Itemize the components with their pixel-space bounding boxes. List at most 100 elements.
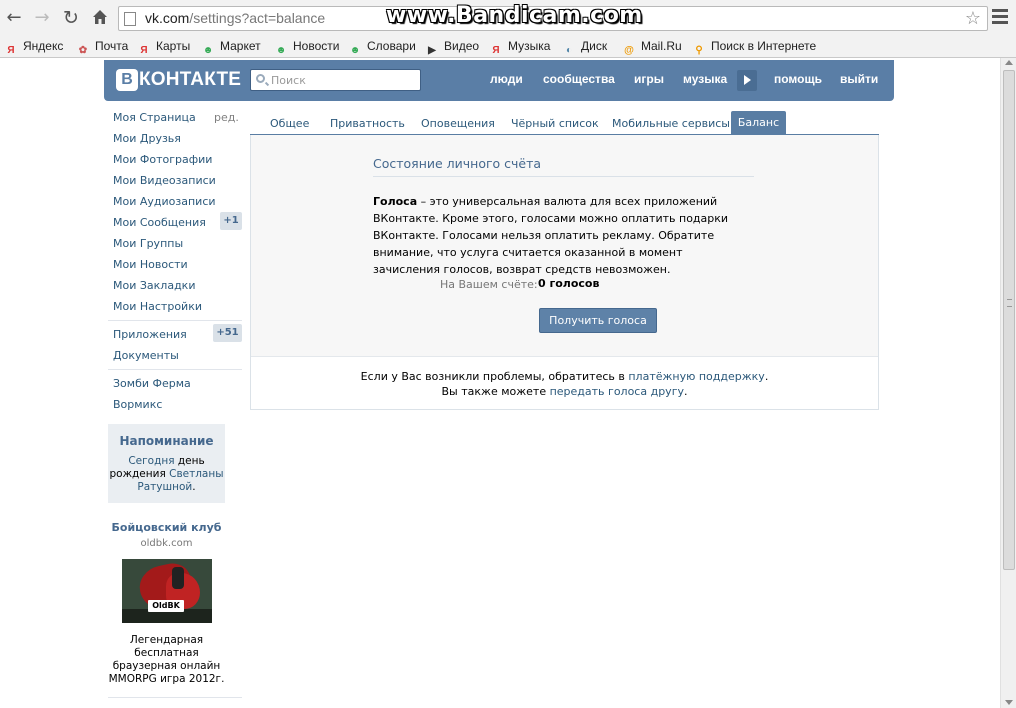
tab-privacy[interactable]: Приватность — [330, 117, 405, 130]
vk-logo[interactable]: В КОНТАКТЕ — [116, 69, 241, 91]
balance-label: На Вашем счёте: — [440, 278, 538, 291]
sidebar-item-news[interactable]: Мои Новости — [113, 258, 188, 271]
ad-title[interactable]: Бойцовский клуб — [108, 521, 225, 534]
bookmark-item[interactable]: ◐ Диск — [562, 39, 607, 58]
support-note: Если у Вас возникли проблемы, обратитесь… — [360, 370, 769, 383]
bookmark-item[interactable]: ☻ Маркет — [201, 39, 261, 58]
sidebar-item-groups[interactable]: Мои Группы — [113, 237, 183, 250]
bookmark-item[interactable]: Я Яндекс — [4, 39, 63, 58]
sidebar-app-wormix[interactable]: Вормикс — [113, 398, 162, 411]
ad-text[interactable]: Легендарная бесплатная браузерная онлайн… — [108, 634, 225, 686]
sidebar-item-audio[interactable]: Мои Аудиозаписи — [113, 195, 216, 208]
apps-counter-badge[interactable]: +51 — [213, 324, 242, 342]
scroll-thumb[interactable] — [1003, 70, 1015, 570]
payment-support-link[interactable]: платёжную поддержку — [628, 370, 764, 383]
bookmark-item[interactable]: ☻ Новости — [274, 39, 340, 58]
birthday-reminder: Напоминание Сегодня день рождения Светла… — [108, 424, 225, 503]
nav-people[interactable]: люди — [490, 72, 523, 86]
music-play-icon[interactable] — [737, 70, 757, 91]
url-text: vk.com/settings?act=balance — [145, 10, 326, 26]
scroll-up-arrow-icon[interactable] — [1005, 60, 1013, 65]
bookmark-item[interactable]: @ Mail.Ru — [622, 39, 682, 58]
back-arrow-icon[interactable]: ← — [4, 8, 24, 28]
market-icon: ☻ — [202, 45, 214, 56]
vk-header: ВКОНТАКТЕ люди сообщества игры музыка по… — [104, 60, 894, 101]
bookmark-label: Карты — [156, 39, 191, 53]
browser-toolbar: ← → ↻ vk.com/settings?act=balance ☆ www.… — [0, 0, 1016, 36]
get-votes-button[interactable]: Получить голоса — [539, 308, 657, 333]
search-icon — [256, 74, 265, 83]
bookmark-label: Словари — [367, 39, 416, 53]
search-box[interactable] — [250, 69, 421, 91]
bookmark-label: Музыка — [508, 39, 551, 53]
tab-notifications[interactable]: Оповещения — [421, 117, 495, 130]
scroll-down-arrow-icon[interactable] — [1005, 700, 1013, 705]
nav-help[interactable]: помощь — [774, 72, 822, 86]
forward-arrow-icon[interactable]: → — [32, 8, 52, 28]
section-title: Состояние личного счёта — [373, 156, 542, 171]
recording-watermark: www.Bandicam.com — [386, 3, 643, 28]
dictionary-icon: ☻ — [349, 45, 361, 56]
search-magnifier-icon: ⚲ — [695, 45, 703, 56]
edit-link[interactable]: ред. — [214, 111, 239, 124]
nav-logout[interactable]: выйти — [840, 72, 878, 86]
nav-music[interactable]: музыка — [683, 72, 727, 86]
bookmark-item[interactable]: ☻ Словари — [348, 39, 416, 58]
bookmark-item[interactable]: ✿ Почта — [76, 39, 129, 58]
news-icon: ☻ — [275, 45, 287, 56]
transfer-note: Вы также можете передать голоса другу. — [441, 385, 688, 398]
bookmark-label: Яндекс — [23, 39, 64, 53]
reload-icon[interactable]: ↻ — [61, 8, 81, 28]
video-icon: ▶ — [428, 45, 436, 56]
messages-counter-badge[interactable]: +1 — [220, 212, 242, 230]
votes-description: Голоса – это универсальная валюта для вс… — [373, 195, 729, 276]
page-scrollbar[interactable] — [1000, 58, 1016, 708]
section-divider — [373, 176, 754, 177]
bookmark-label: Видео — [444, 39, 480, 53]
ad-logo: OldBK — [148, 600, 184, 612]
mail-icon: ✿ — [78, 45, 88, 56]
sidebar-item-my-page[interactable]: Моя Страница — [113, 111, 196, 124]
bookmark-item[interactable]: Я Музыка — [489, 39, 550, 58]
disk-icon: ◐ — [565, 45, 573, 56]
yandex-icon: Я — [7, 45, 15, 56]
sidebar-divider — [108, 697, 242, 698]
bookmark-item[interactable]: Я Карты — [137, 39, 190, 58]
bookmark-star-icon[interactable]: ☆ — [965, 8, 981, 29]
sidebar-item-settings[interactable]: Мои Настройки — [113, 300, 202, 313]
page-icon — [124, 12, 136, 26]
tab-blacklist[interactable]: Чёрный список — [511, 117, 599, 130]
mailru-icon: @ — [624, 45, 634, 56]
reminder-title: Напоминание — [119, 434, 214, 448]
transfer-votes-link[interactable]: передать голоса другу — [550, 385, 684, 398]
bookmark-label: Маркет — [220, 39, 261, 53]
bookmark-label: Поиск в Интернете — [711, 39, 817, 53]
yandex-icon: Я — [492, 45, 500, 56]
bookmark-item[interactable]: ▶ Видео — [425, 39, 479, 58]
bookmark-label: Почта — [95, 39, 129, 53]
bookmark-item[interactable]: ⚲ Поиск в Интернете — [692, 39, 816, 58]
sidebar-divider — [108, 320, 242, 321]
sidebar-item-friends[interactable]: Мои Друзья — [113, 132, 181, 145]
nav-games[interactable]: игры — [634, 72, 664, 86]
bookmark-label: Диск — [581, 39, 608, 53]
sidebar-item-documents[interactable]: Документы — [113, 349, 179, 362]
ad-domain: oldbk.com — [140, 538, 193, 549]
browser-menu-icon[interactable] — [992, 9, 1008, 25]
bookmark-label: Новости — [293, 39, 340, 53]
sidebar-item-videos[interactable]: Мои Видеозаписи — [113, 174, 216, 187]
tab-general[interactable]: Общее — [270, 117, 309, 130]
reminder-today-link[interactable]: Сегодня — [128, 455, 174, 467]
ad-image[interactable]: OldBK — [122, 559, 212, 623]
balance-value: 0 голосов — [538, 277, 600, 290]
tab-balance[interactable]: Баланс — [731, 111, 786, 135]
sidebar-item-bookmarks[interactable]: Мои Закладки — [113, 279, 195, 292]
sidebar-app-zombie-farm[interactable]: Зомби Ферма — [113, 377, 191, 390]
home-icon[interactable] — [90, 8, 110, 28]
sidebar-item-apps[interactable]: Приложения — [113, 328, 187, 341]
tab-mobile-services[interactable]: Мобильные сервисы — [612, 117, 730, 130]
sidebar-item-photos[interactable]: Мои Фотографии — [113, 153, 212, 166]
search-input[interactable] — [271, 72, 416, 88]
nav-communities[interactable]: сообщества — [543, 72, 615, 86]
sidebar-item-messages[interactable]: Мои Сообщения — [113, 216, 206, 229]
